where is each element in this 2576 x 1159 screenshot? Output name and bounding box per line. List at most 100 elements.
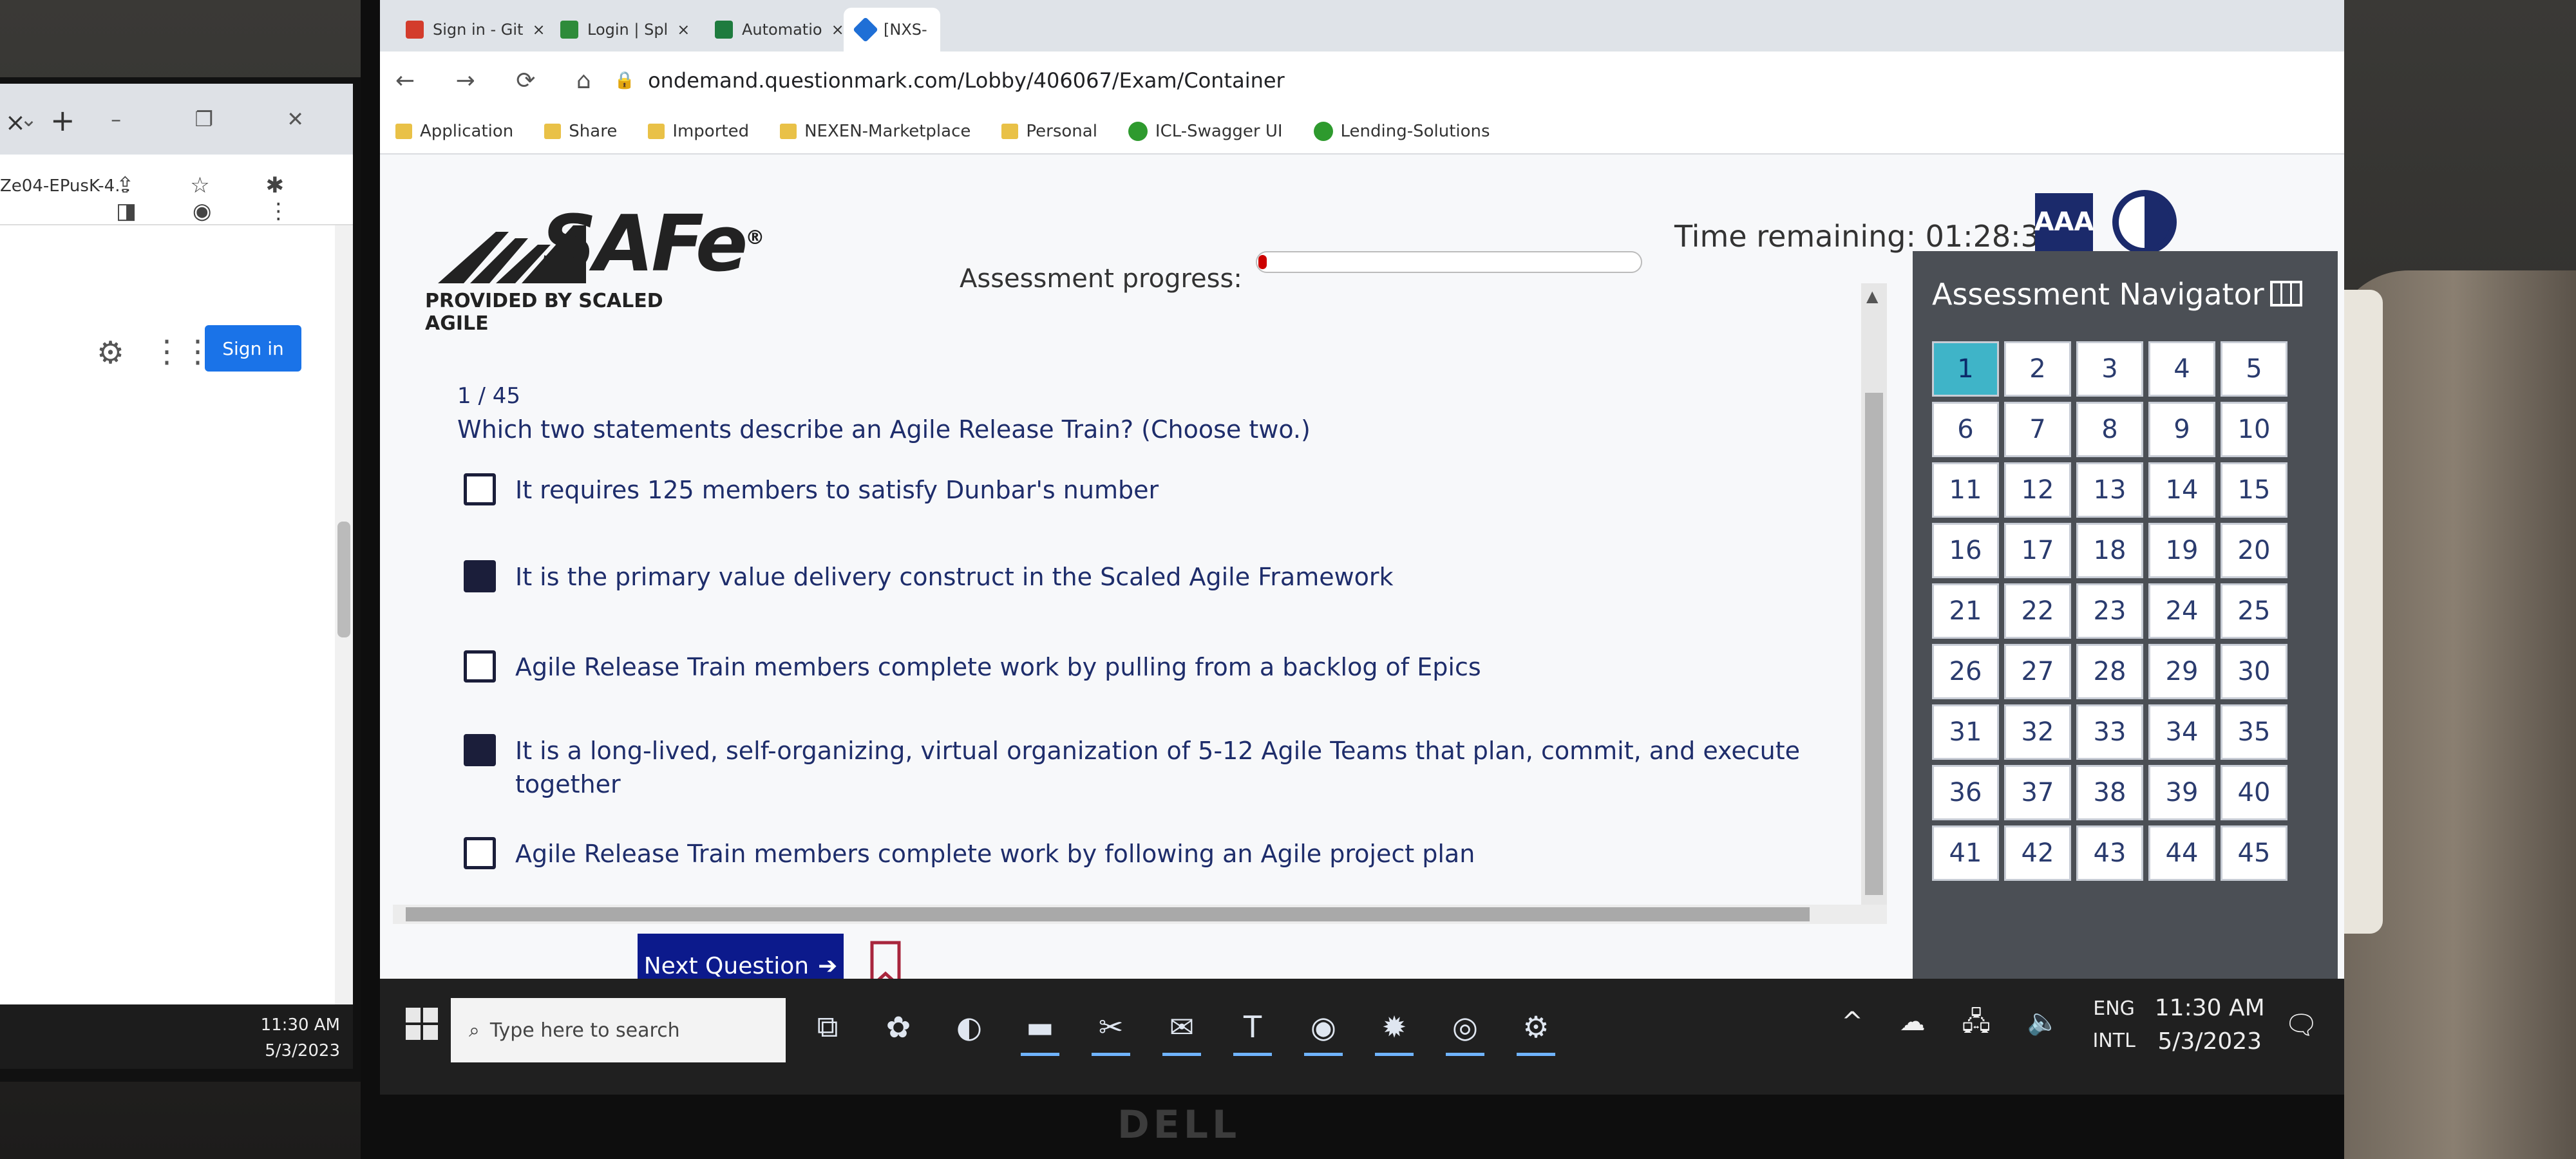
navigator-question-19[interactable]: 19 — [2148, 523, 2215, 578]
navigator-question-38[interactable]: 38 — [2076, 765, 2143, 820]
navigation-buttons[interactable]: ← → ⟳ ⌂ — [395, 68, 608, 94]
gear-app-icon[interactable]: ⚙ — [1513, 998, 1558, 1056]
taskbar-clock[interactable]: 11:30 AM 5/3/2023 — [2155, 992, 2265, 1059]
left-scrollbar[interactable] — [335, 225, 353, 1069]
question-horizontal-scrollbar[interactable] — [393, 905, 1887, 924]
navigator-question-3[interactable]: 3 — [2076, 341, 2143, 397]
contrast-toggle-icon[interactable] — [2112, 190, 2177, 254]
navigator-question-25[interactable]: 25 — [2221, 583, 2287, 639]
navigator-question-40[interactable]: 40 — [2221, 765, 2287, 820]
navigator-question-7[interactable]: 7 — [2004, 402, 2071, 457]
url-bar[interactable]: ondemand.questionmark.com/Lobby/406067/E… — [648, 68, 1285, 93]
navigator-question-21[interactable]: 21 — [1932, 583, 1999, 639]
answer-option-3[interactable]: Agile Release Train members complete wor… — [464, 650, 1481, 684]
lock-icon[interactable]: 🔒 — [614, 71, 635, 90]
answer-checkbox[interactable] — [464, 837, 496, 869]
navigator-question-10[interactable]: 10 — [2221, 402, 2287, 457]
navigator-question-43[interactable]: 43 — [2076, 825, 2143, 881]
tab-automation[interactable]: Automatio × — [702, 8, 857, 52]
answer-option-5[interactable]: Agile Release Train members complete wor… — [464, 837, 1475, 871]
navigator-question-35[interactable]: 35 — [2221, 704, 2287, 760]
taskbar-search-input[interactable]: ⌕ Type here to search — [451, 998, 786, 1062]
navigator-question-39[interactable]: 39 — [2148, 765, 2215, 820]
scroll-up-arrow-icon[interactable]: ▲ — [1866, 287, 1878, 305]
snipping-icon[interactable]: ✂ — [1088, 998, 1133, 1056]
navigator-question-33[interactable]: 33 — [2076, 704, 2143, 760]
tab-github-signin[interactable]: Sign in - Git × — [393, 8, 558, 52]
answer-option-2[interactable]: It is the primary value delivery constru… — [464, 560, 1394, 594]
task-view-icon[interactable]: ⧉ — [805, 998, 850, 1056]
navigator-question-18[interactable]: 18 — [2076, 523, 2143, 578]
settings-gear-icon[interactable]: ⚙ — [97, 335, 124, 371]
tray-icons[interactable]: ^ ☁ 🖧 🔈 — [1841, 1003, 2073, 1047]
navigator-question-27[interactable]: 27 — [2004, 644, 2071, 699]
chrome-icon[interactable]: ◉ — [1301, 998, 1346, 1056]
close-icon[interactable]: × — [831, 21, 844, 39]
answer-checkbox[interactable] — [464, 734, 496, 766]
question-vertical-scrollbar[interactable]: ▲ — [1861, 283, 1887, 914]
navigator-question-26[interactable]: 26 — [1932, 644, 1999, 699]
navigator-question-41[interactable]: 41 — [1932, 825, 1999, 881]
answer-checkbox[interactable] — [464, 473, 496, 505]
vertical-scroll-thumb[interactable] — [1865, 393, 1883, 895]
bookmark-share[interactable]: Share — [544, 122, 617, 141]
teams-icon[interactable]: T — [1230, 998, 1275, 1056]
widgets-icon[interactable]: ✿ — [876, 998, 921, 1056]
navigator-question-36[interactable]: 36 — [1932, 765, 1999, 820]
navigator-question-29[interactable]: 29 — [2148, 644, 2215, 699]
left-clock[interactable]: 11:30 AM 5/3/2023 — [261, 1012, 340, 1064]
outlook-icon[interactable]: ✉ — [1159, 998, 1204, 1056]
navigator-question-8[interactable]: 8 — [2076, 402, 2143, 457]
bookmark-nexen-marketplace[interactable]: NEXEN-Marketplace — [780, 122, 971, 141]
bookmark-personal[interactable]: Personal — [1001, 122, 1097, 141]
green-app-icon[interactable]: ◎ — [1443, 998, 1488, 1056]
bookmark-application[interactable]: Application — [395, 122, 513, 141]
navigator-question-15[interactable]: 15 — [2221, 462, 2287, 518]
navigator-question-28[interactable]: 28 — [2076, 644, 2143, 699]
file-explorer-icon[interactable]: ▬ — [1018, 998, 1063, 1056]
text-size-button[interactable]: AAA — [2034, 193, 2094, 251]
answer-checkbox[interactable] — [464, 650, 496, 683]
left-toolbar-icons[interactable]: ⇪ ☆ ✱ ◨ ◉ ⋮ — [116, 173, 353, 224]
navigator-question-12[interactable]: 12 — [2004, 462, 2071, 518]
navigator-question-42[interactable]: 42 — [2004, 825, 2071, 881]
bookmark-lending-solutions[interactable]: Lending-Solutions — [1313, 122, 1490, 141]
bookmark-icl-swagger[interactable]: ICL-Swagger UI — [1128, 122, 1283, 141]
navigator-question-34[interactable]: 34 — [2148, 704, 2215, 760]
navigator-question-1[interactable]: 1 — [1932, 341, 1999, 397]
navigator-question-16[interactable]: 16 — [1932, 523, 1999, 578]
navigator-question-30[interactable]: 30 — [2221, 644, 2287, 699]
close-icon[interactable]: × — [677, 21, 690, 39]
navigator-question-23[interactable]: 23 — [2076, 583, 2143, 639]
edge-icon[interactable]: ◐ — [947, 998, 992, 1056]
language-indicator[interactable]: ENG INTL — [2092, 993, 2135, 1057]
left-address-bar[interactable]: Ze04-EPusK-4... ⇪ ☆ ✱ ◨ ◉ ⋮ — [0, 155, 353, 225]
horizontal-scroll-thumb[interactable] — [406, 907, 1810, 921]
navigator-question-6[interactable]: 6 — [1932, 402, 1999, 457]
navigator-question-24[interactable]: 24 — [2148, 583, 2215, 639]
tab-splunk-login[interactable]: Login | Spl × — [547, 8, 703, 52]
notification-icon[interactable]: 🗨 — [2284, 1009, 2318, 1041]
navigator-question-11[interactable]: 11 — [1932, 462, 1999, 518]
left-url-text[interactable]: Ze04-EPusK-4... — [0, 176, 131, 196]
navigator-question-32[interactable]: 32 — [2004, 704, 2071, 760]
grid-view-icon[interactable] — [2270, 281, 2302, 306]
navigator-question-20[interactable]: 20 — [2221, 523, 2287, 578]
navigator-question-4[interactable]: 4 — [2148, 341, 2215, 397]
navigator-question-37[interactable]: 37 — [2004, 765, 2071, 820]
navigator-question-2[interactable]: 2 — [2004, 341, 2071, 397]
navigator-question-31[interactable]: 31 — [1932, 704, 1999, 760]
answer-option-1[interactable]: It requires 125 members to satisfy Dunba… — [464, 473, 1159, 507]
close-icon[interactable]: × — [532, 21, 545, 39]
navigator-question-45[interactable]: 45 — [2221, 825, 2287, 881]
navigator-question-13[interactable]: 13 — [2076, 462, 2143, 518]
navigator-question-9[interactable]: 9 — [2148, 402, 2215, 457]
navigator-question-44[interactable]: 44 — [2148, 825, 2215, 881]
navigator-question-22[interactable]: 22 — [2004, 583, 2071, 639]
answer-option-4[interactable]: It is a long-lived, self-organizing, vir… — [464, 734, 1803, 801]
tab-jira[interactable]: [NXS- — [844, 8, 940, 52]
navigator-question-17[interactable]: 17 — [2004, 523, 2071, 578]
navigator-question-14[interactable]: 14 — [2148, 462, 2215, 518]
left-scroll-thumb[interactable] — [337, 522, 350, 637]
windows-start-icon[interactable] — [406, 1008, 438, 1040]
